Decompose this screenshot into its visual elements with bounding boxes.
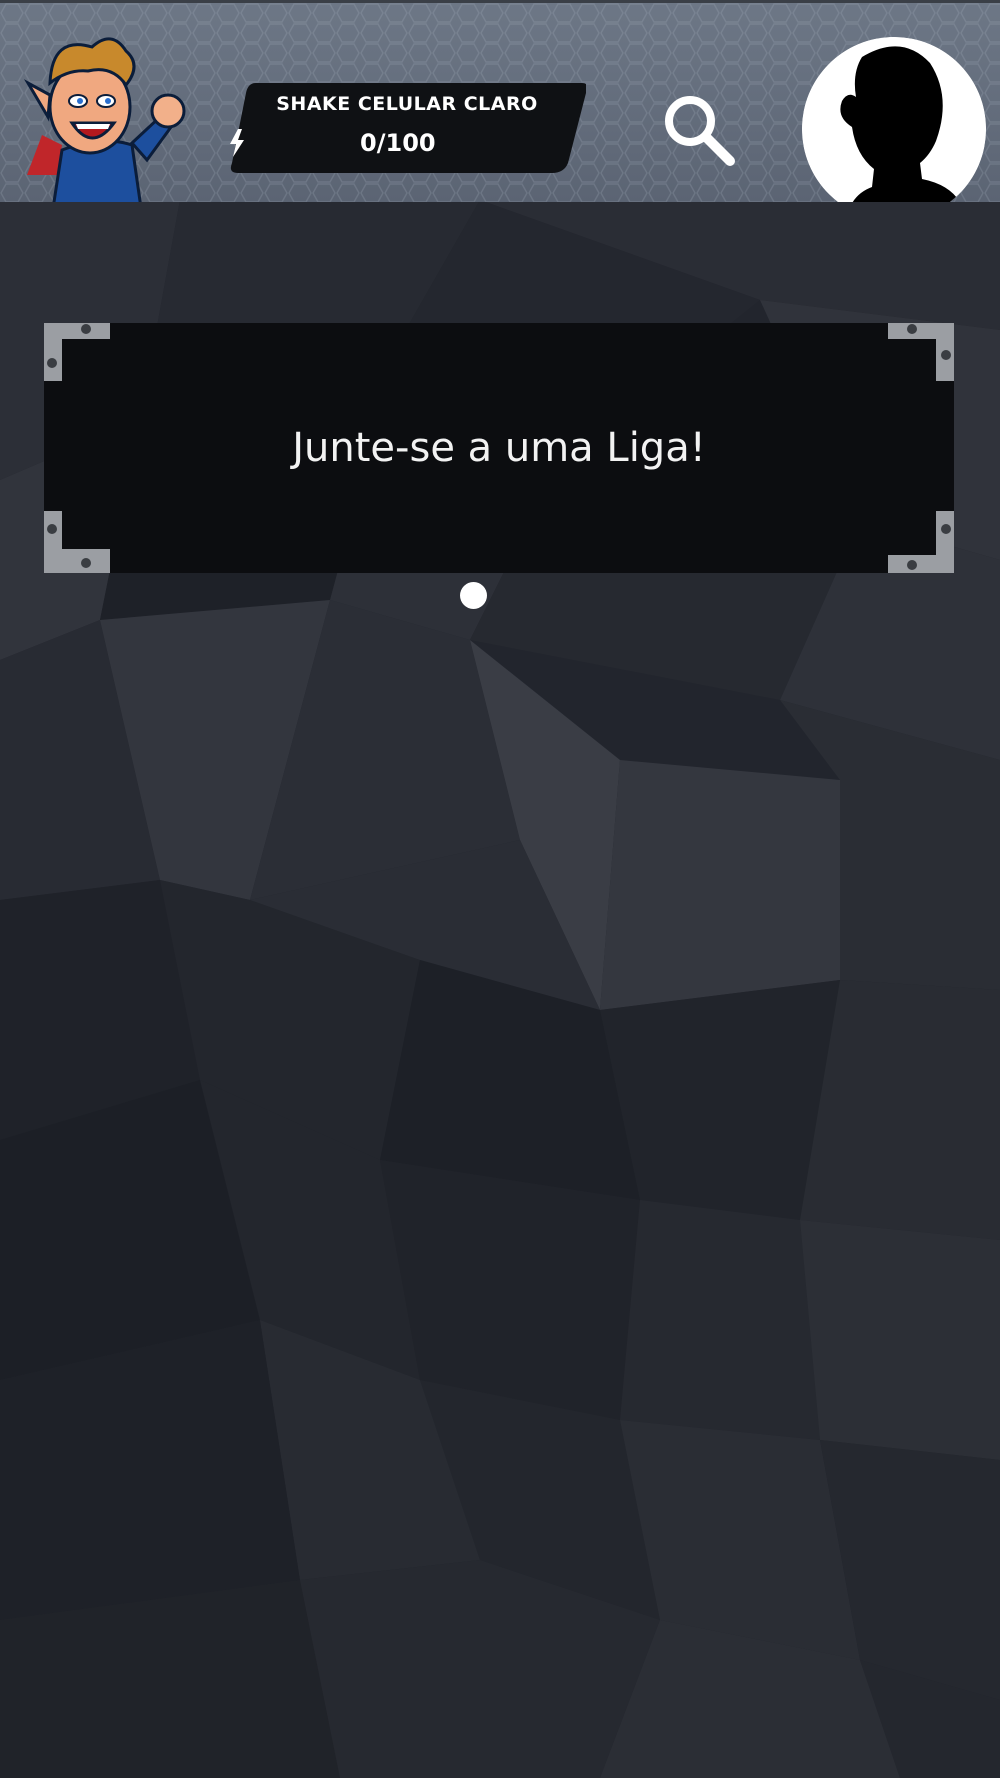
search-icon: [665, 96, 735, 166]
app-screen: SHAKE CELULAR CLARO 0/100 Junte-se a uma…: [0, 0, 1000, 1778]
background-pattern: [0, 0, 1000, 1778]
shake-count-row: 0/100: [228, 129, 586, 157]
page-indicator-dot[interactable]: [460, 582, 487, 609]
shake-counter-badge[interactable]: SHAKE CELULAR CLARO 0/100: [228, 79, 586, 175]
search-button[interactable]: [660, 91, 738, 169]
join-league-panel[interactable]: Junte-se a uma Liga!: [44, 323, 954, 573]
shake-count: 0/100: [360, 129, 436, 157]
shake-title: SHAKE CELULAR CLARO: [276, 93, 538, 115]
top-bar: SHAKE CELULAR CLARO 0/100: [0, 0, 1000, 202]
mascot-icon[interactable]: [22, 25, 192, 202]
join-league-text: Junte-se a uma Liga!: [292, 425, 706, 471]
